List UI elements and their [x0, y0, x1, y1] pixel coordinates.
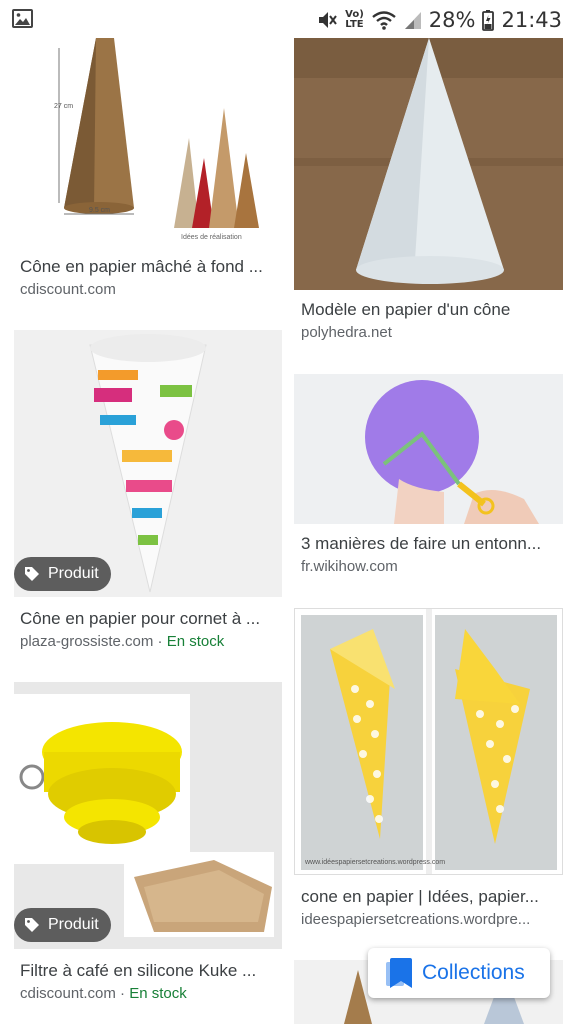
result-image[interactable]: 27 cm 9.5 cm Idées de réalisation: [14, 38, 282, 245]
result-title[interactable]: Filtre à café en silicone Kuke ...: [20, 961, 280, 981]
battery-icon: [482, 10, 495, 31]
volte-icon: Vo) LTE: [345, 9, 364, 30]
result-title[interactable]: cone en papier | Idées, papier...: [301, 887, 561, 907]
stock-status: En stock: [129, 985, 187, 1002]
source-separator: ·: [153, 633, 167, 650]
result-source: plaza-grossiste.com: [20, 633, 154, 650]
result-card-paper-cone-ideas[interactable]: www.idéespapiersetcreations.wordpress.co…: [294, 608, 563, 938]
badge-label: Produit: [48, 916, 99, 933]
result-card-funnel-wikihow[interactable]: 3 manières de faire un entonn... fr.wiki…: [294, 374, 563, 584]
result-source: polyhedra.net: [301, 324, 392, 341]
result-image[interactable]: [294, 38, 563, 290]
collections-button[interactable]: Collections: [368, 948, 550, 998]
battery-percent: 28%: [428, 8, 476, 32]
result-source-line: plaza-grossiste.com · En stock: [20, 633, 280, 650]
result-source: fr.wikihow.com: [301, 558, 398, 575]
wifi-icon: [372, 11, 396, 30]
image-label-width: 9.5 cm: [89, 207, 110, 214]
source-separator: ·: [115, 985, 130, 1002]
product-badge: Produit: [14, 908, 111, 942]
result-title[interactable]: 3 manières de faire un entonn...: [301, 534, 561, 554]
image-label-height: 27 cm: [54, 103, 73, 110]
result-title[interactable]: Modèle en papier d'un cône: [301, 300, 561, 320]
result-source: ideespapiersetcreations.wordpre...: [301, 911, 531, 928]
result-image[interactable]: www.idéespapiersetcreations.wordpress.co…: [294, 608, 563, 875]
image-label-ideas: Idées de réalisation: [181, 234, 242, 241]
result-card-coffee-filter[interactable]: Produit Filtre à café en silicone Kuke .…: [14, 682, 282, 1012]
result-source: cdiscount.com: [20, 985, 116, 1002]
collections-label: Collections: [422, 961, 525, 984]
gallery-icon: [12, 9, 33, 28]
result-card-paper-cone-cornet[interactable]: Produit Cône en papier pour cornet à ...…: [14, 330, 282, 660]
badge-label: Produit: [48, 565, 99, 582]
result-source: cdiscount.com: [20, 281, 116, 298]
signal-icon: [404, 12, 421, 29]
status-bar: Vo) LTE 28% 21:43: [0, 0, 576, 38]
result-title[interactable]: Cône en papier pour cornet à ...: [20, 609, 280, 629]
result-image[interactable]: [294, 374, 563, 524]
result-card-cone-model[interactable]: Modèle en papier d'un cône polyhedra.net: [294, 38, 563, 348]
tag-icon: [25, 918, 39, 932]
mute-icon: [319, 12, 337, 28]
image-watermark: www.idéespapiersetcreations.wordpress.co…: [304, 859, 445, 866]
bookmark-collections-icon: [386, 958, 412, 988]
stock-status: En stock: [166, 633, 225, 650]
result-source-line: cdiscount.com · En stock: [20, 985, 280, 1002]
product-badge: Produit: [14, 557, 111, 591]
result-title[interactable]: Cône en papier mâché à fond ...: [20, 257, 280, 277]
result-card-paper-mache-cone[interactable]: 27 cm 9.5 cm Idées de réalisation Cône e…: [14, 38, 282, 310]
tag-icon: [25, 567, 39, 581]
clock: 21:43: [501, 8, 562, 32]
